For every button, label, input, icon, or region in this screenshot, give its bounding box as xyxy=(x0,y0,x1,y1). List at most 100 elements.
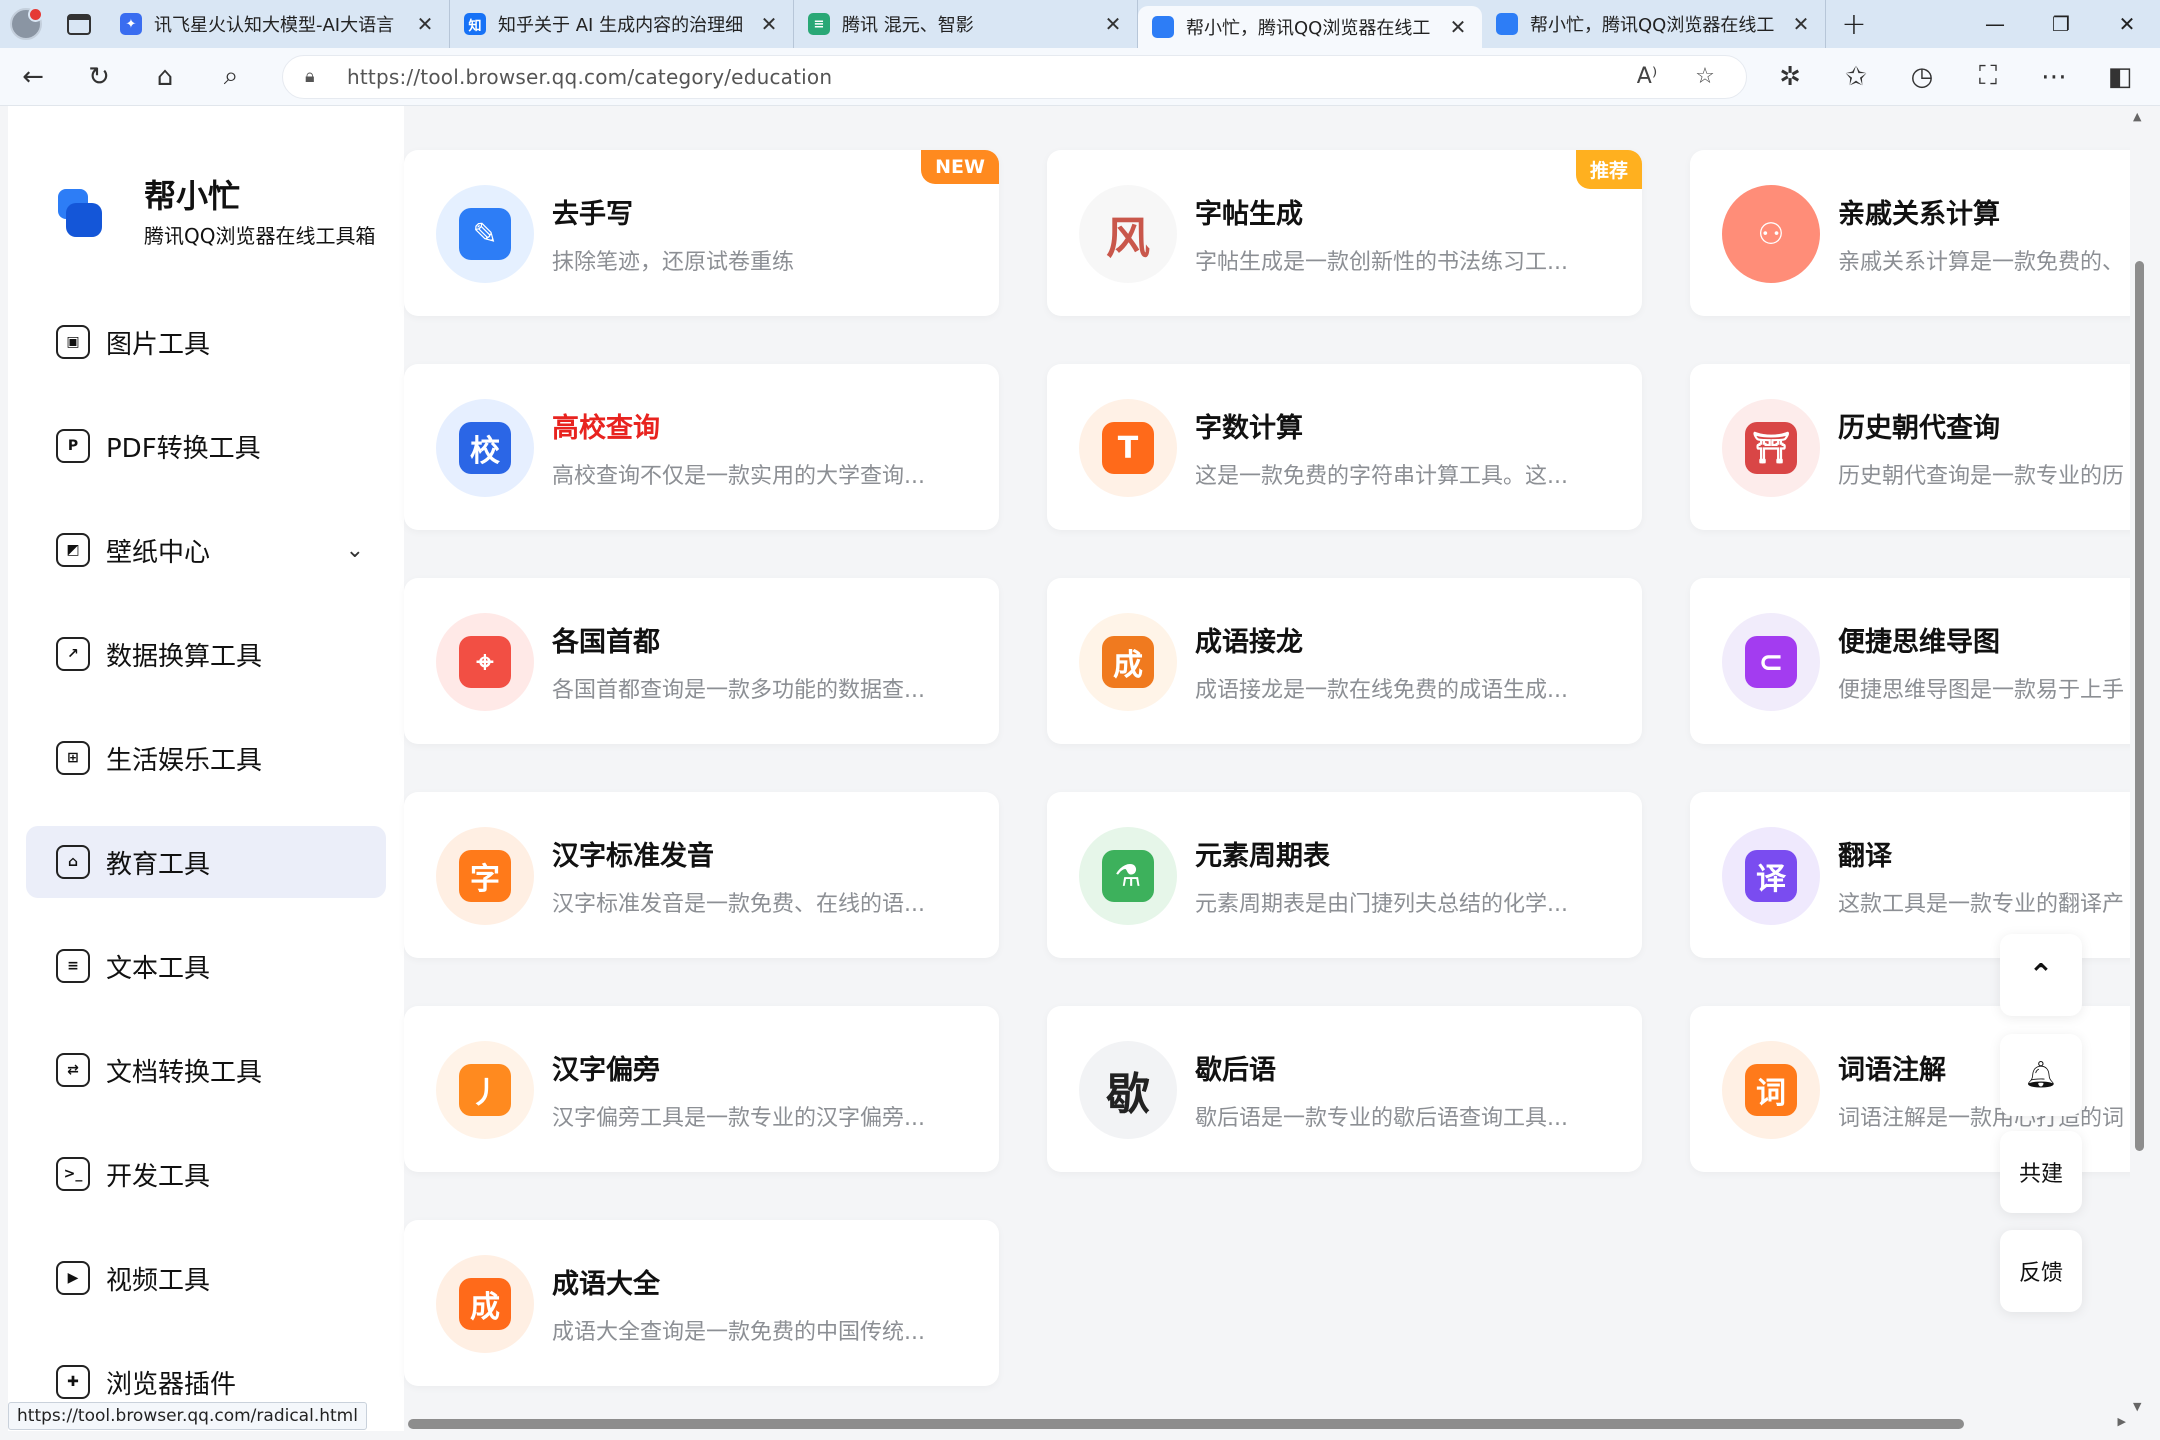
address-bar[interactable]: 🔒︎ https://tool.browser.qq.com/category/… xyxy=(282,54,1747,99)
history-button[interactable]: ◷ xyxy=(1889,48,1955,106)
vertical-scrollbar[interactable]: ▲ ▼ xyxy=(2130,106,2148,1431)
text-doc-icon: ≡ xyxy=(56,949,90,983)
cobuild-button[interactable]: 共建 xyxy=(2000,1131,2082,1213)
xiehouyu-icon: 歇 xyxy=(1079,1041,1177,1139)
tool-card[interactable]: ⚇ 亲戚关系计算 亲戚关系计算是一款免费的、 xyxy=(1690,150,2148,316)
tool-card[interactable]: ⚗ 元素周期表 元素周期表是由门捷列夫总结的化学... xyxy=(1047,792,1642,958)
tool-card[interactable]: T 字数计算 这是一款免费的字符串计算工具。这... xyxy=(1047,364,1642,530)
scroll-up-arrow-icon[interactable]: ▲ xyxy=(2133,110,2141,123)
tool-description: 高校查询不仅是一款实用的大学查询... xyxy=(552,464,925,489)
tool-description: 歇后语是一款专业的歇后语查询工具... xyxy=(1195,1106,1568,1131)
feedback-label: 反馈 xyxy=(2018,1261,2063,1286)
chevron-down-icon[interactable]: ⌄ xyxy=(346,538,364,563)
tool-name: 便捷思维导图 xyxy=(1838,627,2000,658)
favorites-button[interactable]: ✩ xyxy=(1823,48,1889,106)
menu-item[interactable]: ◩ 壁纸中心 ⌄ xyxy=(26,514,386,586)
doc-convert-icon: ⇄ xyxy=(56,1053,90,1087)
notification-button[interactable]: 🔔︎ xyxy=(2000,1034,2082,1116)
minimize-button[interactable]: — xyxy=(1962,0,2028,48)
tool-card[interactable]: 校 高校查询 高校查询不仅是一款实用的大学查询... xyxy=(404,364,999,530)
back-button[interactable]: ← xyxy=(0,48,66,106)
sidebar-toggle-button[interactable]: ◧ xyxy=(2087,48,2153,106)
tab-close-icon[interactable]: ✕ xyxy=(1448,15,1468,39)
title-bar: ✦ 讯飞星火认知大模型-AI大语言 ✕ 知知乎关于 AI 生成内容的治理细 ✕ ≡ 腾讯 混… xyxy=(0,0,2160,48)
browser-tab[interactable]: 知知乎关于 AI 生成内容的治理细 ✕ xyxy=(450,0,794,48)
university-search-icon: 校 xyxy=(436,399,534,497)
menu-item[interactable]: ⌂ 教育工具 xyxy=(26,826,386,898)
tool-name: 各国首都 xyxy=(552,627,660,658)
tool-card[interactable]: ⛩ 历史朝代查询 历史朝代查询是一款专业的历 xyxy=(1690,364,2148,530)
browser-tab[interactable]: ≡ 腾讯 混元、智影 ✕ xyxy=(794,0,1138,48)
tool-card[interactable]: ✎ 去手写 抹除笔迹，还原试卷重练 NEW xyxy=(404,150,999,316)
image-icon: ▣ xyxy=(56,325,90,359)
tab-close-icon[interactable]: ✕ xyxy=(759,12,779,36)
bell-icon: 🔔︎ xyxy=(2024,1060,2058,1090)
browser-tab[interactable]: 帮小忙，腾讯QQ浏览器在线工 ✕ xyxy=(1138,6,1482,48)
tool-description: 各国首都查询是一款多功能的数据查... xyxy=(552,678,925,703)
tab-favicon-icon: ≡ xyxy=(808,13,830,35)
url-text[interactable]: https://tool.browser.qq.com/category/edu… xyxy=(347,65,1618,89)
tool-card[interactable]: 译 翻译 这款工具是一款专业的翻译产 xyxy=(1690,792,2148,958)
tab-close-icon[interactable]: ✕ xyxy=(1791,12,1811,36)
tab-actions-icon xyxy=(67,13,91,35)
tool-card[interactable]: 风 字帖生成 字帖生成是一款创新性的书法练习工... 推荐 xyxy=(1047,150,1642,316)
back-to-top-icon: ⌃ xyxy=(2028,957,2054,993)
tool-card[interactable]: 歇 歇后语 歇后语是一款专业的歇后语查询工具... xyxy=(1047,1006,1642,1172)
scroll-down-arrow-icon[interactable]: ▼ xyxy=(2133,1400,2141,1413)
vertical-scroll-thumb[interactable] xyxy=(2135,261,2144,1151)
extensions-button[interactable]: ✲ xyxy=(1757,48,1823,106)
browser-tab[interactable]: 帮小忙，腾讯QQ浏览器在线工 ✕ xyxy=(1482,0,1826,48)
tab-title: 帮小忙，腾讯QQ浏览器在线工 xyxy=(1186,18,1431,39)
tool-card[interactable]: 丿 汉字偏旁 汉字偏旁工具是一款专业的汉字偏旁... xyxy=(404,1006,999,1172)
menu-item[interactable]: ▣ 图片工具 xyxy=(26,306,386,378)
more-button[interactable]: ⋯ xyxy=(2021,48,2087,106)
profile-avatar-icon xyxy=(10,7,43,40)
back-to-top-button[interactable]: ⌃ xyxy=(2000,934,2082,1016)
refresh-button[interactable]: ↻ xyxy=(66,48,132,106)
tool-card[interactable]: ⊂ 便捷思维导图 便捷思维导图是一款易于上手 xyxy=(1690,578,2148,744)
tool-name: 词语注解 xyxy=(1838,1055,1946,1086)
tool-name: 汉字偏旁 xyxy=(552,1055,660,1086)
tool-card[interactable]: 成 成语接龙 成语接龙是一款在线免费的成语生成... xyxy=(1047,578,1642,744)
tool-card[interactable]: 字 汉字标准发音 汉字标准发音是一款免费、在线的语... xyxy=(404,792,999,958)
tab-close-icon[interactable]: ✕ xyxy=(415,12,435,36)
eraser-icon: ✎ xyxy=(436,185,534,283)
home-button[interactable]: ⌂ xyxy=(132,48,198,106)
tool-card[interactable]: 成 成语大全 成语大全查询是一款免费的中国传统... xyxy=(404,1220,999,1386)
site-name: 帮小忙 xyxy=(144,177,241,215)
profile-button[interactable] xyxy=(0,0,52,48)
menu-item[interactable]: ▶ 视频工具 xyxy=(26,1242,386,1314)
menu-item[interactable]: >_ 开发工具 xyxy=(26,1138,386,1210)
search-button[interactable]: ⌕ xyxy=(198,48,264,106)
scroll-right-arrow-icon[interactable]: ▶ xyxy=(2118,1415,2126,1428)
tool-icon-glyph: 歇 xyxy=(1106,1069,1150,1120)
tab-close-icon[interactable]: ✕ xyxy=(1103,12,1123,36)
tool-name: 去手写 xyxy=(552,199,633,230)
read-aloud-icon[interactable]: A⁾ xyxy=(1618,64,1676,89)
tool-card[interactable]: ⌖ 各国首都 各国首都查询是一款多功能的数据查... xyxy=(404,578,999,744)
menu-item[interactable]: ⊞ 生活娱乐工具 xyxy=(26,722,386,794)
tool-icon-glyph: ⊂ xyxy=(1745,636,1797,688)
horizontal-scroll-thumb[interactable] xyxy=(408,1419,1964,1429)
new-tab-button[interactable]: + xyxy=(1826,0,1882,48)
feedback-button[interactable]: 反馈 xyxy=(2000,1230,2082,1312)
favorite-star-icon[interactable]: ☆ xyxy=(1676,64,1734,89)
menu-item[interactable]: P PDF转换工具 xyxy=(26,410,386,482)
tab-actions-button[interactable] xyxy=(52,0,106,48)
tab-title: 腾讯 混元、智影 xyxy=(842,15,974,36)
tab-strip: ✦ 讯飞星火认知大模型-AI大语言 ✕ 知知乎关于 AI 生成内容的治理细 ✕ ≡ 腾讯 混… xyxy=(106,0,1826,48)
tool-badge: NEW xyxy=(921,150,999,184)
menu-item-label: 数据换算工具 xyxy=(106,641,263,672)
screenshot-button[interactable]: ⛶ xyxy=(1955,48,2021,106)
word-count-icon: T xyxy=(1079,399,1177,497)
site-logo[interactable]: 帮小忙 腾讯QQ浏览器在线工具箱 xyxy=(58,176,375,249)
close-window-button[interactable]: ✕ xyxy=(2094,0,2160,48)
restore-button[interactable]: ❐ xyxy=(2028,0,2094,48)
menu-item-label: 图片工具 xyxy=(106,329,211,360)
horizontal-scrollbar[interactable]: ▶ xyxy=(404,1415,2130,1431)
menu-item[interactable]: ≡ 文本工具 xyxy=(26,930,386,1002)
periodic-table-icon: ⚗ xyxy=(1079,827,1177,925)
browser-tab[interactable]: ✦ 讯飞星火认知大模型-AI大语言 ✕ xyxy=(106,0,450,48)
menu-item[interactable]: ⇄ 文档转换工具 xyxy=(26,1034,386,1106)
menu-item[interactable]: ↗ 数据换算工具 xyxy=(26,618,386,690)
